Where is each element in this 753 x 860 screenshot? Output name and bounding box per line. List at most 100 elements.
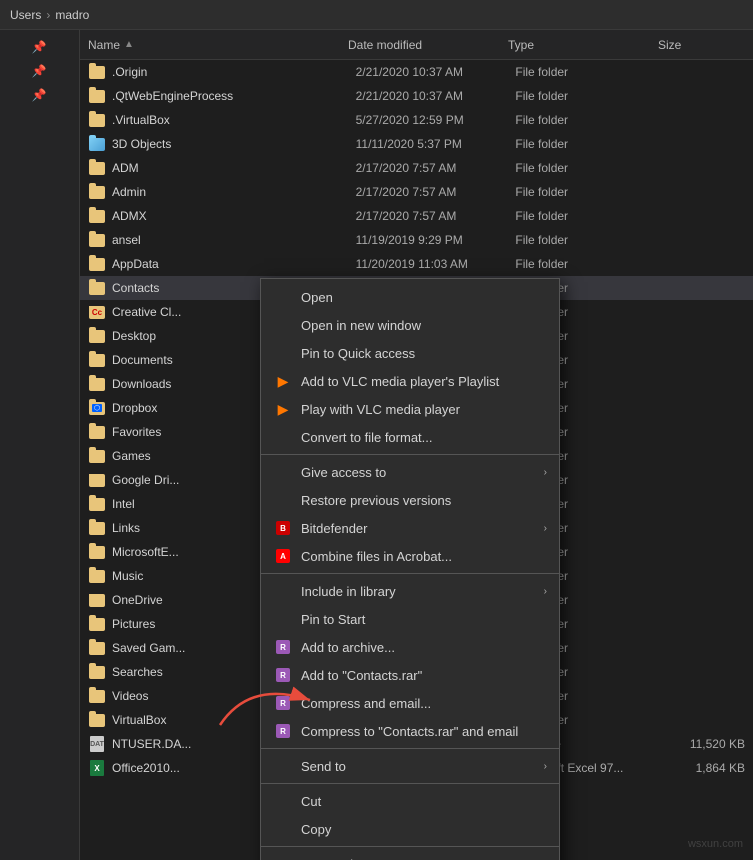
file-icon: X xyxy=(88,759,106,777)
ctx-label-add-contacts-rar: Add to "Contacts.rar" xyxy=(301,668,547,683)
file-type: File folder xyxy=(515,185,665,199)
file-icon xyxy=(88,255,106,273)
file-size: 11,520 KB xyxy=(665,737,745,751)
file-type: File folder xyxy=(515,65,665,79)
ctx-item-bitdefender[interactable]: B Bitdefender › xyxy=(261,514,559,542)
ctx-item-open-new-window[interactable]: Open in new window xyxy=(261,311,559,339)
file-name: .QtWebEngineProcess xyxy=(112,89,356,103)
ctx-item-compress-contacts-email[interactable]: RCompress to "Contacts.rar" and email xyxy=(261,717,559,745)
file-row[interactable]: ADMX2/17/2020 7:57 AMFile folder xyxy=(80,204,753,228)
ctx-item-add-contacts-rar[interactable]: RAdd to "Contacts.rar" xyxy=(261,661,559,689)
pin-icon-1[interactable]: 📌 xyxy=(32,40,48,56)
ctx-item-include-library[interactable]: Include in library› xyxy=(261,577,559,605)
file-type: File folder xyxy=(515,113,665,127)
file-date: 11/11/2020 5:37 PM xyxy=(356,137,516,151)
file-row[interactable]: AppData11/20/2019 11:03 AMFile folder xyxy=(80,252,753,276)
ctx-icon-add-vlc-playlist: ▶ xyxy=(273,371,293,391)
col-date-header[interactable]: Date modified xyxy=(348,38,508,52)
file-type: File folder xyxy=(515,209,665,223)
ctx-item-give-access[interactable]: Give access to› xyxy=(261,458,559,486)
ctx-label-compress-email: Compress and email... xyxy=(301,696,547,711)
ctx-icon-copy xyxy=(273,819,293,839)
file-icon xyxy=(88,207,106,225)
file-type: File folder xyxy=(515,137,665,151)
ctx-separator xyxy=(261,783,559,784)
file-icon xyxy=(88,423,106,441)
file-icon xyxy=(88,447,106,465)
file-row[interactable]: 3D Objects11/11/2020 5:37 PMFile folder xyxy=(80,132,753,156)
file-type: File folder xyxy=(515,89,665,103)
ctx-icon-cut xyxy=(273,791,293,811)
ctx-label-add-vlc-playlist: Add to VLC media player's Playlist xyxy=(301,374,547,389)
ctx-label-play-vlc: Play with VLC media player xyxy=(301,402,547,417)
file-row[interactable]: .Origin2/21/2020 10:37 AMFile folder xyxy=(80,60,753,84)
ctx-item-cut[interactable]: Cut xyxy=(261,787,559,815)
col-size-header[interactable]: Size xyxy=(658,38,738,52)
file-date: 11/20/2019 11:03 AM xyxy=(356,257,516,271)
ctx-icon-bitdefender: B xyxy=(273,518,293,538)
ctx-item-compress-email[interactable]: RCompress and email... xyxy=(261,689,559,717)
file-row[interactable]: ADM2/17/2020 7:57 AMFile folder xyxy=(80,156,753,180)
ctx-icon-open-new-window xyxy=(273,315,293,335)
file-icon xyxy=(88,279,106,297)
ctx-arrow-include-library: › xyxy=(544,586,547,597)
ctx-label-open: Open xyxy=(301,290,547,305)
file-row[interactable]: ansel11/19/2019 9:29 PMFile folder xyxy=(80,228,753,252)
sort-arrow-icon: ▲ xyxy=(124,39,134,50)
ctx-icon-combine-acrobat: A xyxy=(273,546,293,566)
ctx-icon-compress-contacts-email: R xyxy=(273,721,293,741)
col-type-header[interactable]: Type xyxy=(508,38,658,52)
ctx-item-combine-acrobat[interactable]: ACombine files in Acrobat... xyxy=(261,542,559,570)
file-icon xyxy=(88,159,106,177)
file-icon xyxy=(88,135,106,153)
ctx-item-pin-quick-access[interactable]: Pin to Quick access xyxy=(261,339,559,367)
ctx-separator xyxy=(261,454,559,455)
file-icon xyxy=(88,567,106,585)
ctx-item-pin-start[interactable]: Pin to Start xyxy=(261,605,559,633)
ctx-label-send-to: Send to xyxy=(301,759,540,774)
file-date: 2/21/2020 10:37 AM xyxy=(356,89,516,103)
ctx-icon-include-library xyxy=(273,581,293,601)
file-icon: DAT xyxy=(88,735,106,753)
file-row[interactable]: Admin2/17/2020 7:57 AMFile folder xyxy=(80,180,753,204)
file-icon xyxy=(88,87,106,105)
ctx-item-convert-format[interactable]: Convert to file format... xyxy=(261,423,559,451)
file-date: 11/19/2019 9:29 PM xyxy=(356,233,516,247)
ctx-separator xyxy=(261,846,559,847)
ctx-item-play-vlc[interactable]: ▶Play with VLC media player xyxy=(261,395,559,423)
file-row[interactable]: .QtWebEngineProcess2/21/2020 10:37 AMFil… xyxy=(80,84,753,108)
file-icon: ⬡ xyxy=(88,399,106,417)
column-headers: Name ▲ Date modified Type Size xyxy=(80,30,753,60)
file-row[interactable]: .VirtualBox5/27/2020 12:59 PMFile folder xyxy=(80,108,753,132)
ctx-icon-open xyxy=(273,287,293,307)
sidebar: 📌 📌 📌 xyxy=(0,30,80,860)
pin-icon-2[interactable]: 📌 xyxy=(32,64,48,80)
ctx-label-bitdefender: Bitdefender xyxy=(301,521,540,536)
file-date: 2/17/2020 7:57 AM xyxy=(356,209,516,223)
file-icon xyxy=(88,711,106,729)
file-name: Admin xyxy=(112,185,356,199)
col-name-header[interactable]: Name ▲ xyxy=(88,38,348,52)
file-date: 2/21/2020 10:37 AM xyxy=(356,65,516,79)
ctx-item-create-shortcut[interactable]: Create shortcut xyxy=(261,850,559,860)
ctx-arrow-bitdefender: › xyxy=(544,523,547,534)
pin-icon-3[interactable]: 📌 xyxy=(32,88,48,104)
ctx-item-add-archive[interactable]: RAdd to archive... xyxy=(261,633,559,661)
ctx-item-add-vlc-playlist[interactable]: ▶ Add to VLC media player's Playlist xyxy=(261,367,559,395)
breadcrumb: Users › madro xyxy=(10,8,89,22)
file-type: File folder xyxy=(515,233,665,247)
ctx-label-pin-start: Pin to Start xyxy=(301,612,547,627)
file-icon: Cc xyxy=(88,303,106,321)
ctx-item-copy[interactable]: Copy xyxy=(261,815,559,843)
file-name: .VirtualBox xyxy=(112,113,356,127)
ctx-item-restore-versions[interactable]: Restore previous versions xyxy=(261,486,559,514)
file-name: 3D Objects xyxy=(112,137,356,151)
file-icon xyxy=(88,63,106,81)
ctx-label-open-new-window: Open in new window xyxy=(301,318,547,333)
ctx-item-open[interactable]: Open xyxy=(261,283,559,311)
ctx-item-send-to[interactable]: Send to› xyxy=(261,752,559,780)
ctx-label-convert-format: Convert to file format... xyxy=(301,430,547,445)
file-icon xyxy=(88,615,106,633)
file-name: ADM xyxy=(112,161,356,175)
file-date: 5/27/2020 12:59 PM xyxy=(356,113,516,127)
